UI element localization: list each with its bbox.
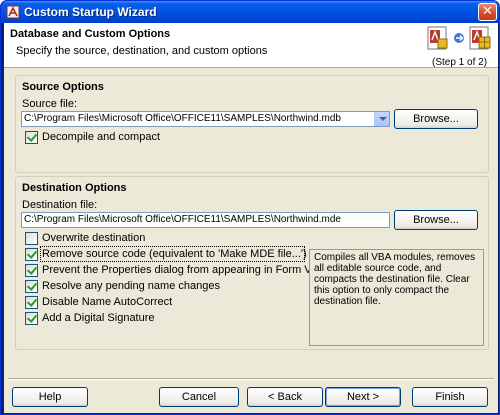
page-title: Database and Custom Options	[10, 28, 171, 40]
disable-autocorrect-label[interactable]: Disable Name AutoCorrect	[42, 296, 172, 308]
source-options-group: Source Options Source file: C:\Program F…	[15, 75, 489, 173]
prevent-properties-checkbox[interactable]	[25, 264, 38, 277]
destination-browse-button[interactable]: Browse...	[394, 210, 478, 230]
wizard-window: Custom Startup Wizard ✕ Database and Cus…	[0, 0, 500, 415]
wizard-graphic	[427, 26, 491, 50]
resolve-names-checkbox[interactable]	[25, 280, 38, 293]
overwrite-label[interactable]: Overwrite destination	[42, 232, 145, 244]
digital-signature-label[interactable]: Add a Digital Signature	[42, 312, 155, 324]
wizard-header: Database and Custom Options Specify the …	[4, 23, 498, 68]
decompile-label[interactable]: Decompile and compact	[42, 131, 160, 143]
overwrite-checkbox[interactable]	[25, 232, 38, 245]
option-description: Compiles all VBA modules, removes all ed…	[309, 249, 484, 346]
disable-autocorrect-checkbox[interactable]	[25, 296, 38, 309]
source-file-value: C:\Program Files\Microsoft Office\OFFICE…	[24, 113, 341, 124]
remove-source-label[interactable]: Remove source code (equivalent to 'Make …	[40, 246, 307, 262]
chevron-down-icon[interactable]	[374, 112, 389, 126]
close-button[interactable]: ✕	[478, 3, 497, 21]
package-icon	[469, 26, 491, 50]
database-icon	[427, 26, 448, 50]
destination-file-field[interactable]: C:\Program Files\Microsoft Office\OFFICE…	[21, 212, 390, 228]
back-button[interactable]: < Back	[247, 387, 323, 407]
digital-signature-checkbox[interactable]	[25, 312, 38, 325]
next-button[interactable]: Next >	[325, 387, 401, 407]
access-app-icon	[6, 5, 20, 19]
window-title: Custom Startup Wizard	[24, 5, 157, 19]
source-file-label: Source file:	[22, 98, 78, 110]
step-indicator: (Step 1 of 2)	[432, 57, 488, 68]
footer-divider	[8, 378, 494, 380]
decompile-checkbox[interactable]	[25, 131, 38, 144]
title-bar[interactable]: Custom Startup Wizard ✕	[1, 1, 499, 23]
destination-group-title: Destination Options	[22, 182, 127, 194]
prevent-properties-label[interactable]: Prevent the Properties dialog from appea…	[42, 264, 328, 276]
arrow-right-icon	[454, 33, 464, 43]
source-group-title: Source Options	[22, 81, 104, 93]
page-subtitle: Specify the source, destination, and cus…	[16, 45, 268, 57]
close-icon: ✕	[482, 4, 493, 19]
cancel-button[interactable]: Cancel	[159, 387, 239, 407]
source-file-combo[interactable]: C:\Program Files\Microsoft Office\OFFICE…	[21, 111, 390, 127]
destination-file-label: Destination file:	[22, 199, 98, 211]
remove-source-checkbox[interactable]	[25, 248, 38, 261]
finish-button[interactable]: Finish	[412, 387, 488, 407]
dialog-client: Database and Custom Options Specify the …	[4, 23, 498, 413]
source-browse-button[interactable]: Browse...	[394, 109, 478, 129]
help-button[interactable]: Help	[12, 387, 88, 407]
resolve-names-label[interactable]: Resolve any pending name changes	[42, 280, 220, 292]
